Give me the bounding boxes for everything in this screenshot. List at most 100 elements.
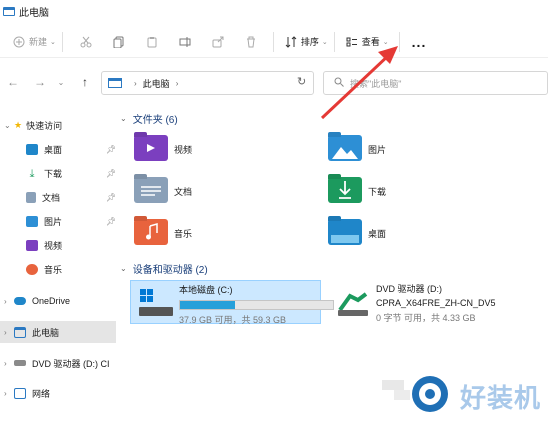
chevron-right-icon: ›	[4, 327, 7, 337]
divider	[272, 31, 274, 52]
forward-button[interactable]: →	[30, 72, 50, 92]
arrow-left-icon: ←	[7, 75, 19, 89]
new-button[interactable]: 新建 ⌄	[12, 30, 56, 54]
dvd-disc-icon	[336, 284, 370, 318]
watermark-text: 好装机	[460, 383, 542, 413]
rename-icon	[178, 35, 192, 49]
chevron-right-icon: ›	[175, 78, 179, 88]
nav-network[interactable]: › 网络	[4, 382, 50, 404]
folder-pictures[interactable]: 图片	[328, 132, 386, 166]
nav-label: OneDrive	[32, 296, 71, 306]
nav-label: 网络	[32, 388, 51, 399]
download-icon: ⤓	[29, 167, 35, 180]
nav-label: 视频	[44, 240, 63, 251]
folder-documents[interactable]: 文档	[134, 174, 192, 208]
drives-group-header[interactable]: ⌄ 设备和驱动器 (2)	[120, 260, 208, 276]
nav-onedrive[interactable]: › OneDrive	[4, 290, 70, 312]
cut-button[interactable]	[79, 30, 96, 54]
copy-button[interactable]	[112, 30, 129, 54]
scissors-icon	[79, 35, 93, 49]
address-location: 此电脑	[142, 78, 170, 89]
rename-button[interactable]	[178, 30, 195, 54]
share-button[interactable]	[211, 30, 228, 54]
more-options-button[interactable]: ...	[412, 30, 427, 54]
pin-icon: 📌︎	[106, 192, 117, 202]
annotation-arrow	[320, 46, 398, 120]
nav-item-downloads[interactable]: ⤓ 下载 📌︎	[26, 162, 117, 184]
picture-folder-icon	[328, 135, 362, 163]
chevron-right-icon: ›	[134, 78, 137, 88]
this-pc-icon	[108, 78, 122, 88]
chevron-down-icon: ⌄	[50, 38, 56, 46]
drive-usage-bar	[179, 300, 334, 310]
nav-item-desktop[interactable]: 桌面 📌︎	[26, 138, 116, 160]
nav-item-documents[interactable]: 文档 📌︎	[26, 186, 116, 208]
divider	[61, 31, 63, 52]
chevron-down-icon: ⌄	[57, 77, 65, 87]
video-icon	[26, 239, 38, 251]
dvd-drive-icon	[14, 360, 26, 366]
drive-free-space: 0 字节 可用，共 4.33 GB	[376, 313, 476, 323]
this-pc-icon	[14, 326, 26, 338]
network-icon	[14, 387, 26, 399]
desktop-icon	[26, 143, 38, 155]
document-folder-icon	[134, 177, 168, 205]
plus-circle-icon	[12, 35, 26, 49]
up-button[interactable]: ↑	[75, 72, 95, 92]
drive-name: DVD 驱动器 (D:)	[376, 284, 442, 294]
back-button[interactable]: ←	[3, 72, 23, 92]
this-pc-icon	[3, 6, 15, 16]
drive-volume-label: CPRA_X64FRE_ZH-CN_DV5	[376, 298, 496, 308]
chevron-right-icon: ›	[4, 358, 7, 368]
nav-label: 桌面	[44, 144, 63, 155]
arrow-right-icon: →	[34, 75, 46, 89]
folder-music[interactable]: 音乐	[134, 216, 192, 250]
clipboard-icon	[145, 35, 159, 49]
picture-icon	[26, 215, 38, 227]
nav-label: 图片	[44, 216, 63, 227]
folder-label: 视频	[174, 144, 193, 155]
desktop-folder-icon	[328, 219, 362, 247]
folder-videos[interactable]: 视频	[134, 132, 192, 166]
drive-free-space: 37.9 GB 可用，共 59.3 GB	[179, 315, 287, 325]
music-icon	[26, 263, 38, 275]
drive-c[interactable]: 本地磁盘 (C:) 37.9 GB 可用，共 59.3 GB	[130, 280, 334, 325]
nav-quick-access[interactable]: ⌄ ★ 快速访问	[4, 114, 62, 136]
pin-icon: 📌︎	[106, 168, 117, 178]
nav-dvd-drive[interactable]: › DVD 驱动器 (D:) CI	[4, 352, 110, 374]
watermark-logo	[382, 376, 448, 412]
folder-label: 桌面	[368, 228, 387, 239]
group-title: 设备和驱动器 (2)	[132, 264, 208, 276]
chevron-down-icon: ⌄	[120, 263, 127, 273]
title-bar: 此电脑	[0, 0, 548, 22]
share-icon	[211, 35, 225, 49]
nav-label: 音乐	[44, 264, 63, 275]
music-folder-icon	[134, 219, 168, 247]
nav-this-pc[interactable]: › 此电脑	[0, 321, 116, 343]
nav-label: 此电脑	[32, 327, 60, 338]
copy-icon	[112, 35, 126, 49]
cloud-icon	[14, 297, 26, 305]
trash-icon	[244, 35, 258, 49]
delete-button[interactable]	[244, 30, 261, 54]
nav-item-music[interactable]: 音乐	[26, 258, 62, 280]
windows-drive-icon	[139, 285, 173, 319]
folder-label: 下载	[368, 186, 387, 197]
command-bar: 新建 ⌄ 排序 ⌄ 查看 ⌄ ...	[0, 26, 548, 58]
recent-dropdown-button[interactable]: ⌄	[51, 72, 71, 92]
chevron-right-icon: ›	[4, 296, 7, 306]
pin-icon: 📌︎	[106, 144, 117, 154]
nav-item-pictures[interactable]: 图片 📌︎	[26, 210, 116, 232]
nav-label: 下载	[44, 168, 63, 179]
nav-label: DVD 驱动器 (D:) CI	[32, 358, 110, 369]
folder-downloads[interactable]: 下载	[328, 174, 386, 208]
folders-group-header[interactable]: ⌄ 文件夹 (6)	[120, 110, 178, 126]
drive-d[interactable]: DVD 驱动器 (D:) CPRA_X64FRE_ZH-CN_DV5 0 字节 …	[328, 280, 528, 324]
address-bar[interactable]: › 此电脑 ›	[101, 71, 314, 95]
chevron-down-icon: ⌄	[4, 120, 11, 130]
paste-button[interactable]	[145, 30, 162, 54]
nav-item-videos[interactable]: 视频	[26, 234, 62, 256]
nav-label: 快速访问	[26, 120, 63, 131]
address-row: ← → ⌄ ↑ › 此电脑 › ↻ 搜索"此电脑"	[0, 66, 548, 98]
folder-desktop[interactable]: 桌面	[328, 216, 386, 250]
